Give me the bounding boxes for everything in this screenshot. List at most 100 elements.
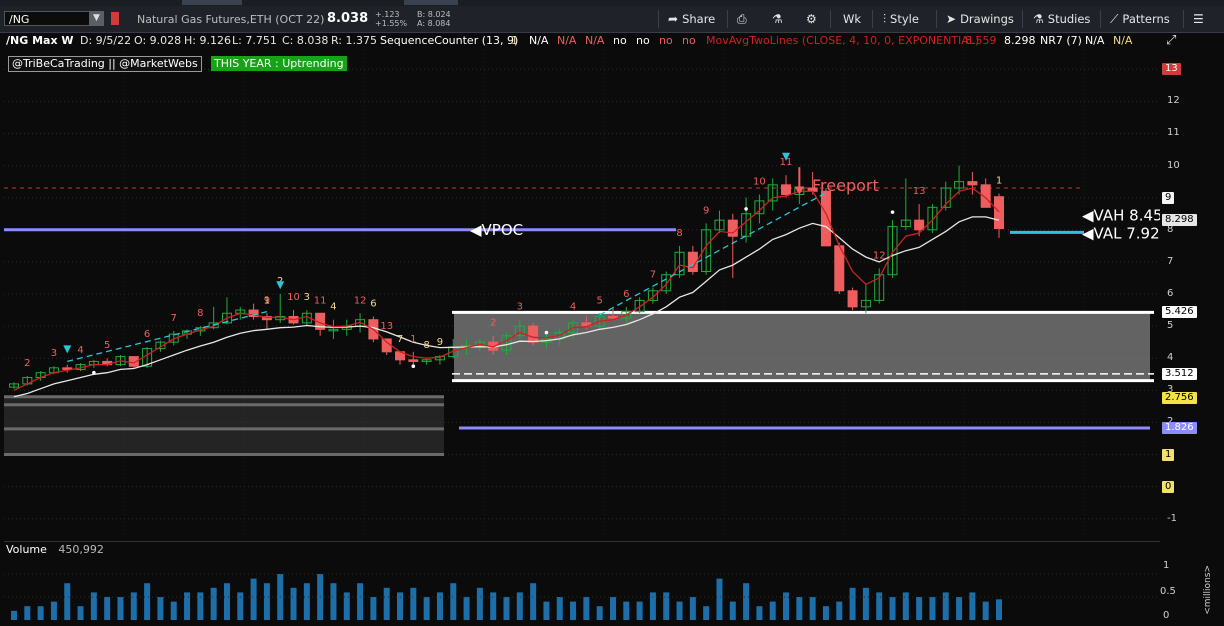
volume-bar: [250, 578, 257, 620]
share-button[interactable]: ➦ Share: [668, 12, 715, 26]
study-value: N/A: [1085, 34, 1105, 47]
volume-header: Volume 450,992: [4, 541, 104, 558]
study-value: no: [613, 34, 627, 47]
volume-bar: [556, 597, 563, 620]
trend-dashed-line: [67, 311, 268, 363]
volume-bar: [490, 592, 497, 620]
volume-bar: [689, 597, 696, 620]
study-value: 1: [511, 34, 518, 47]
val-label: ◀VAL 7.92: [1082, 224, 1160, 242]
volume-bar: [330, 583, 337, 620]
volume-bar: [50, 601, 57, 620]
vol-axis-1: 1: [1163, 560, 1170, 571]
candle-body: [967, 181, 978, 186]
volume-bar: [929, 597, 936, 620]
gear-icon: ⚙: [806, 12, 817, 26]
volume-bar: [90, 592, 97, 620]
price-axis-label: 11: [1167, 127, 1180, 139]
flask-studies-icon: ⚗: [1033, 12, 1044, 26]
volume-bar: [144, 583, 151, 620]
sequence-counter-label: 12: [354, 295, 367, 306]
patterns-button[interactable]: ⟋ Patterns: [1110, 12, 1170, 27]
share-icon: ➦: [668, 12, 679, 26]
volume-bar: [210, 587, 217, 620]
study-movavg-two-lines[interactable]: MovAvgTwoLines (CLOSE, 4, 10, 0, EXPONEN…: [706, 32, 979, 50]
price-axis-marker: 8.298: [1162, 214, 1197, 227]
volume-bar: [596, 606, 603, 620]
volume-bar: [916, 597, 923, 620]
studies-button[interactable]: ⚗ Studies: [1033, 12, 1090, 26]
sequence-counter-label: 10: [753, 176, 766, 187]
study-nr7[interactable]: NR7 (7): [1040, 32, 1082, 50]
volume-bar: [11, 610, 17, 620]
patterns-icon: ⟋: [1110, 12, 1119, 26]
sequence-counter-label: 6: [144, 329, 150, 340]
volume-bar: [290, 587, 297, 620]
volume-bar: [303, 583, 310, 620]
vol-axis-05: 0.5: [1160, 586, 1176, 597]
volume-bar: [170, 601, 177, 620]
vpoc-label: ◀VPOC: [470, 221, 523, 239]
price-plot[interactable]: 2345678910111213134678921234567891011121…: [4, 50, 1160, 538]
volume-bar: [450, 583, 457, 620]
price-axis-marker: 1: [1162, 448, 1175, 461]
price-axis-label: 4: [1167, 352, 1174, 364]
drawings-button[interactable]: ➤ Drawings: [946, 12, 1014, 26]
menu-icon: ☰: [1193, 12, 1204, 26]
volume-bar: [836, 601, 843, 620]
sequence-counter-label: 1: [996, 176, 1002, 187]
price-axis-label: 7: [1167, 255, 1174, 267]
volume-bar: [583, 597, 590, 620]
tab-strip-2[interactable]: [404, 0, 458, 5]
volume-bar: [383, 587, 390, 620]
symbol-dropdown-icon[interactable]: ▼: [89, 11, 104, 26]
tab-strip-1[interactable]: [182, 0, 242, 5]
volume-bars: [4, 573, 1160, 620]
price-axis-label: 5: [1167, 320, 1174, 332]
freeport-label: Freeport: [812, 176, 879, 195]
snapshot-button[interactable]: ⎙: [737, 12, 751, 27]
bid-ask: B: 8.024 A: 8.084: [417, 10, 451, 28]
candle-body: [727, 219, 738, 237]
down-arrow-icon: [63, 345, 72, 354]
sequence-counter-label: 9: [437, 337, 443, 348]
volume-bar: [729, 601, 736, 620]
volume-bar: [357, 583, 364, 620]
sequence-counter-label: 13: [913, 186, 926, 197]
candle-body: [408, 359, 419, 362]
sequence-counter-label: 1: [410, 334, 416, 345]
volume-value: 450,992: [58, 543, 104, 556]
ma-fast-value: 8.559: [965, 34, 997, 47]
trend-dashed-line: [599, 192, 827, 316]
candle-body: [847, 290, 858, 308]
volume-bar: [902, 592, 909, 620]
volume-bar: [676, 601, 683, 620]
study-sequence-counter[interactable]: SequenceCounter (13, 9): [380, 32, 518, 50]
candle-body: [820, 190, 831, 247]
flask-button[interactable]: ⚗: [772, 12, 787, 26]
volume-bar: [716, 578, 723, 620]
volume-bar: [64, 583, 71, 620]
volume-bar: [530, 583, 537, 620]
volume-bar: [543, 601, 550, 620]
collapse-icon[interactable]: ⤢: [1166, 33, 1176, 48]
price-axis-marker: 5.426: [1162, 306, 1197, 319]
ma-slow-value: 8.298: [1004, 34, 1036, 47]
candle-body: [381, 338, 392, 353]
sequence-counter-label: 4: [330, 302, 336, 313]
study-value: no: [659, 34, 673, 47]
bar-open: O: 9.028: [134, 34, 182, 47]
volume-bar: [809, 597, 816, 620]
study-value: N/A: [557, 34, 577, 47]
link-color-icon[interactable]: [111, 12, 119, 25]
period-button[interactable]: Wk: [843, 12, 861, 26]
settings-button[interactable]: ⚙: [806, 12, 821, 26]
candles-icon: ⫶: [883, 12, 887, 26]
style-button[interactable]: ⫶ Style: [883, 12, 919, 27]
candle-body: [994, 196, 1004, 230]
volume-pane[interactable]: [4, 541, 1160, 622]
chart-menu-button[interactable]: ☰: [1193, 12, 1208, 26]
instrument-description: Natural Gas Futures,ETH (OCT 22): [137, 13, 325, 26]
chart-toolbar: /NG ▼ Natural Gas Futures,ETH (OCT 22) 8…: [0, 6, 1224, 33]
study-value: N/A: [529, 34, 549, 47]
